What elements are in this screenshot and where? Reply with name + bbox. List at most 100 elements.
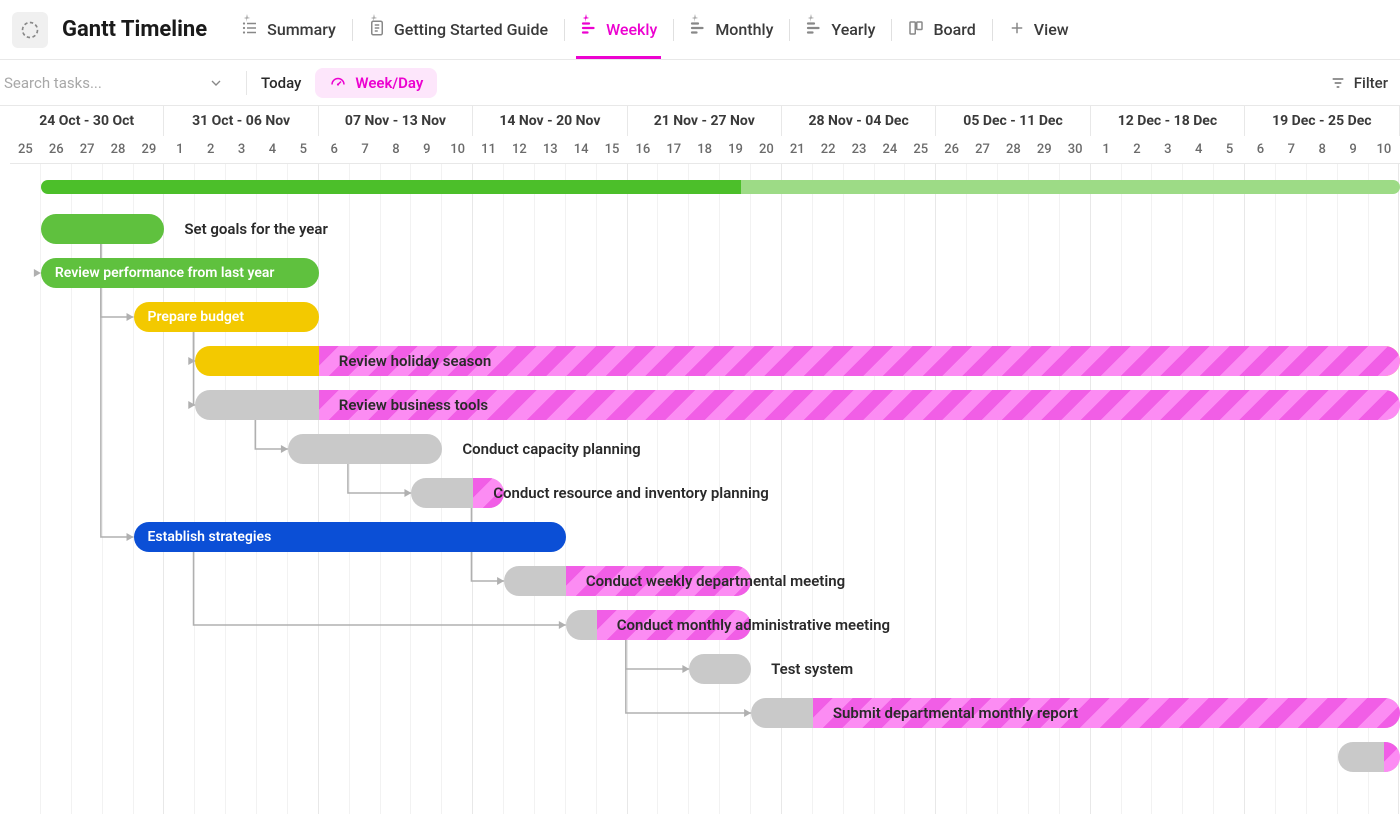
search-wrap bbox=[0, 60, 232, 105]
chevron-down-icon[interactable] bbox=[208, 75, 224, 91]
view-tabs: Summary Getting Started Guide Weekly Monthl… bbox=[225, 0, 1085, 59]
week-header: 12 Dec - 18 Dec bbox=[1091, 106, 1245, 136]
day-header: 9 bbox=[1338, 136, 1369, 163]
task-bar[interactable]: Prepare budget bbox=[134, 302, 319, 332]
day-header: 28 bbox=[998, 136, 1029, 163]
week-header: 24 Oct - 30 Oct bbox=[10, 106, 164, 136]
filter-label: Filter bbox=[1354, 74, 1388, 92]
day-header: 6 bbox=[1245, 136, 1276, 163]
pin-icon bbox=[243, 14, 251, 22]
day-header: 3 bbox=[1152, 136, 1183, 163]
tab-label: Board bbox=[933, 20, 975, 39]
day-header: 21 bbox=[782, 136, 813, 163]
task-label: Conduct weekly departmental meeting bbox=[574, 566, 845, 596]
gantt-bars: Set goals for the year Review performance… bbox=[10, 164, 1400, 814]
day-header: 24 bbox=[875, 136, 906, 163]
task-label: Conduct monthly administrative meeting bbox=[605, 610, 890, 640]
task-bar[interactable] bbox=[1338, 742, 1400, 772]
day-header: 11 bbox=[473, 136, 504, 163]
tab-label: View bbox=[1034, 20, 1069, 39]
pin-icon bbox=[807, 14, 815, 22]
tab-weekly[interactable]: Weekly bbox=[564, 0, 673, 59]
task-label: Prepare budget bbox=[148, 309, 245, 325]
day-header: 25 bbox=[905, 136, 936, 163]
week-header: 28 Nov - 04 Dec bbox=[782, 106, 936, 136]
day-header: 2 bbox=[195, 136, 226, 163]
day-header: 23 bbox=[844, 136, 875, 163]
day-header: 10 bbox=[442, 136, 473, 163]
gauge-icon bbox=[329, 74, 347, 92]
task-bar[interactable]: Establish strategies bbox=[134, 522, 566, 552]
task-label: Review performance from last year bbox=[55, 265, 275, 281]
tab-label: Getting Started Guide bbox=[394, 20, 548, 39]
day-header: 29 bbox=[1029, 136, 1060, 163]
day-header: 25 bbox=[10, 136, 41, 163]
day-header: 26 bbox=[936, 136, 967, 163]
task-bar[interactable] bbox=[288, 434, 442, 464]
day-header: 22 bbox=[813, 136, 844, 163]
spinner-icon bbox=[20, 20, 40, 40]
day-header: 17 bbox=[658, 136, 689, 163]
separator bbox=[246, 71, 247, 95]
day-header: 9 bbox=[411, 136, 442, 163]
task-bar[interactable] bbox=[41, 214, 165, 244]
task-label: Review holiday season bbox=[327, 346, 491, 376]
day-header: 20 bbox=[751, 136, 782, 163]
day-header: 4 bbox=[257, 136, 288, 163]
filter-button[interactable]: Filter bbox=[1330, 74, 1388, 92]
tab-monthly[interactable]: Monthly bbox=[673, 0, 789, 59]
day-header: 27 bbox=[72, 136, 103, 163]
today-button[interactable]: Today bbox=[261, 74, 301, 92]
tab-getting-started-guide[interactable]: Getting Started Guide bbox=[352, 0, 564, 59]
gantt-chart[interactable]: Set goals for the year Review performance… bbox=[10, 164, 1400, 814]
day-header: 29 bbox=[134, 136, 165, 163]
search-input[interactable] bbox=[4, 74, 208, 92]
task-label: Review business tools bbox=[327, 390, 488, 420]
day-header: 16 bbox=[628, 136, 659, 163]
task-label: Set goals for the year bbox=[172, 214, 327, 244]
summary-progress-bar[interactable] bbox=[41, 180, 1400, 194]
day-header: 6 bbox=[319, 136, 350, 163]
days-row: 2526272829123456789101112131415161718192… bbox=[10, 136, 1400, 164]
board-icon bbox=[907, 19, 925, 41]
plus-icon bbox=[1008, 19, 1026, 41]
day-header: 3 bbox=[226, 136, 257, 163]
day-header: 12 bbox=[504, 136, 535, 163]
app-header: Gantt Timeline SummaryGetting Started Gu… bbox=[0, 0, 1400, 60]
day-header: 13 bbox=[535, 136, 566, 163]
week-header: 21 Nov - 27 Nov bbox=[628, 106, 782, 136]
week-header: 31 Oct - 06 Nov bbox=[164, 106, 318, 136]
tab-label: Summary bbox=[267, 20, 336, 39]
tab-summary[interactable]: Summary bbox=[225, 0, 352, 59]
day-header: 8 bbox=[381, 136, 412, 163]
day-header: 30 bbox=[1060, 136, 1091, 163]
scale-selector[interactable]: Week/Day bbox=[315, 68, 437, 98]
tab-view[interactable]: View bbox=[992, 0, 1085, 59]
tab-label: Monthly bbox=[715, 20, 773, 39]
day-header: 26 bbox=[41, 136, 72, 163]
task-label: Establish strategies bbox=[148, 529, 272, 545]
app-logo bbox=[12, 12, 48, 48]
week-header: 19 Dec - 25 Dec bbox=[1245, 106, 1399, 136]
task-bar[interactable] bbox=[689, 654, 751, 684]
day-header: 19 bbox=[720, 136, 751, 163]
day-header: 7 bbox=[350, 136, 381, 163]
day-header: 7 bbox=[1276, 136, 1307, 163]
tab-yearly[interactable]: Yearly bbox=[789, 0, 891, 59]
week-header: 14 Nov - 20 Nov bbox=[473, 106, 627, 136]
filter-icon bbox=[1330, 75, 1346, 91]
day-header: 10 bbox=[1369, 136, 1400, 163]
task-label: Submit departmental monthly report bbox=[821, 698, 1078, 728]
timeline-header: 24 Oct - 30 Oct31 Oct - 06 Nov07 Nov - 1… bbox=[0, 106, 1400, 164]
week-header: 05 Dec - 11 Dec bbox=[936, 106, 1090, 136]
day-header: 2 bbox=[1122, 136, 1153, 163]
day-header: 18 bbox=[689, 136, 720, 163]
pin-icon bbox=[370, 14, 378, 22]
day-header: 15 bbox=[597, 136, 628, 163]
tab-board[interactable]: Board bbox=[891, 0, 991, 59]
day-header: 27 bbox=[967, 136, 998, 163]
weeks-row: 24 Oct - 30 Oct31 Oct - 06 Nov07 Nov - 1… bbox=[10, 106, 1400, 136]
day-header: 4 bbox=[1183, 136, 1214, 163]
day-header: 5 bbox=[288, 136, 319, 163]
task-bar[interactable]: Review performance from last year bbox=[41, 258, 319, 288]
